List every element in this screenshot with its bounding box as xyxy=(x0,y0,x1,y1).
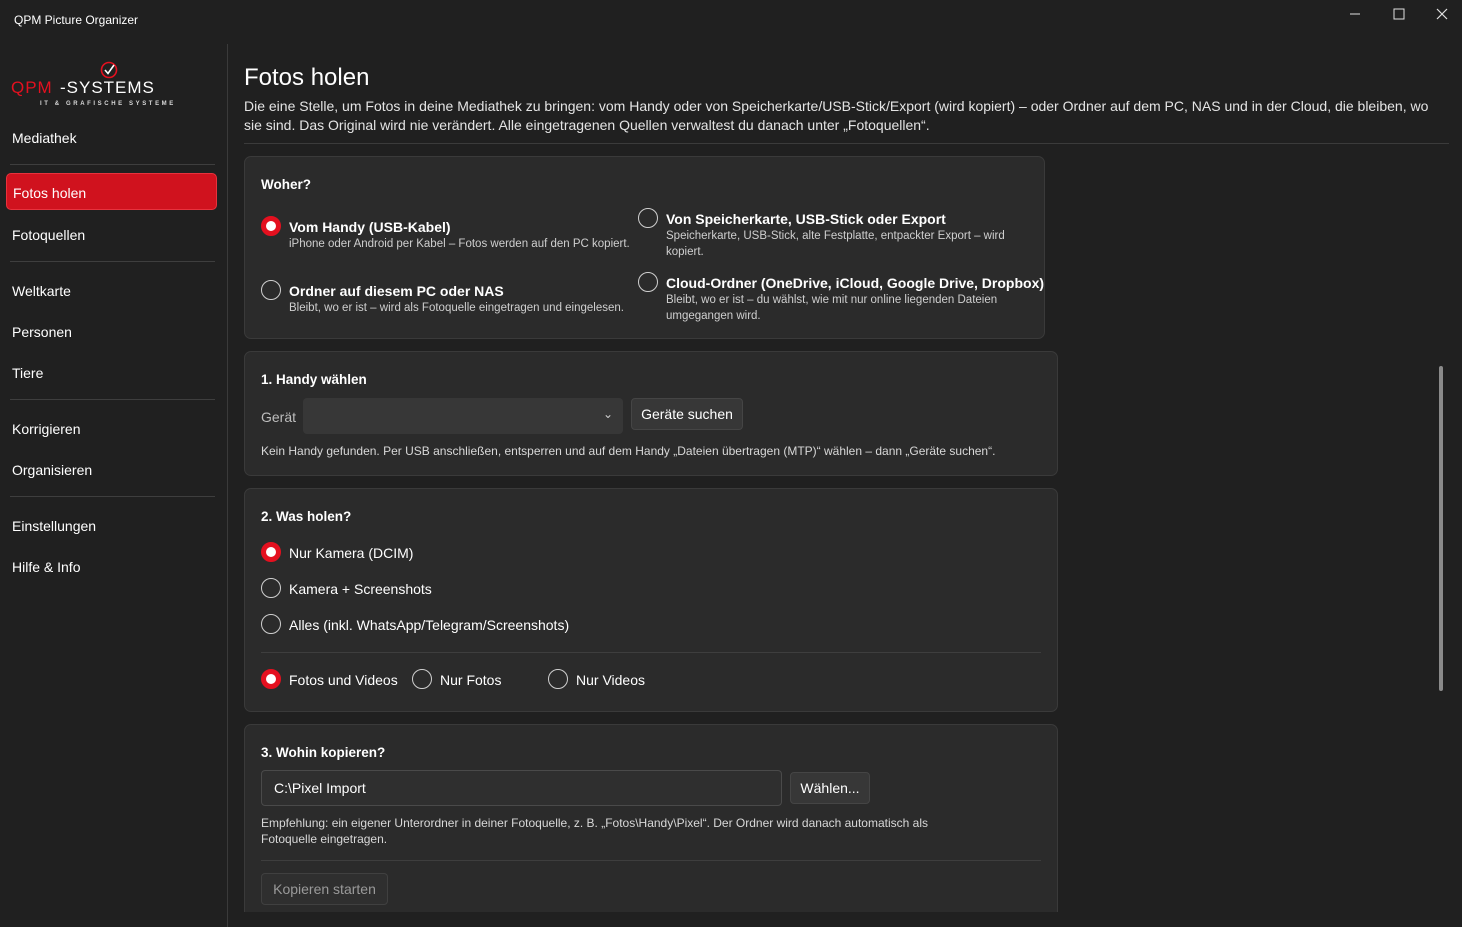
source-radio-cloud[interactable] xyxy=(638,272,658,292)
svg-text:IT & GRAFISCHE SYSTEME: IT & GRAFISCHE SYSTEME xyxy=(40,101,176,107)
title-bar: QPM Picture Organizer xyxy=(0,0,1462,42)
sidebar-border xyxy=(227,44,228,927)
source-option-sub: iPhone oder Android per Kabel – Fotos we… xyxy=(289,238,630,250)
sidebar-item-weltkarte[interactable]: Weltkarte xyxy=(12,283,71,299)
device-dropdown[interactable]: ⌄ xyxy=(303,398,623,434)
scope-option-label[interactable]: Kamera + Screenshots xyxy=(289,581,432,597)
source-option-sub: Speicherkarte, USB-Stick, alte Festplatt… xyxy=(666,230,1005,258)
scope-radio-all[interactable] xyxy=(261,614,281,634)
main-content: Fotos holen Die eine Stelle, um Fotos in… xyxy=(244,42,1449,912)
step3-divider xyxy=(261,860,1041,861)
chevron-down-icon: ⌄ xyxy=(602,407,613,421)
source-option-sub: Bleibt, wo er ist – wird als Fotoquelle … xyxy=(289,302,624,314)
page-description: Die eine Stelle, um Fotos in deine Media… xyxy=(244,98,1429,133)
sidebar-item-label: Fotos holen xyxy=(13,185,87,201)
close-button[interactable] xyxy=(1420,0,1462,28)
source-card-title: Woher? xyxy=(261,177,311,192)
media-radio-both[interactable] xyxy=(261,669,281,689)
sidebar-divider xyxy=(10,399,215,400)
maximize-icon xyxy=(1393,8,1405,20)
sidebar-item-mediathek[interactable]: Mediathek xyxy=(12,130,77,146)
svg-text:QPM: QPM xyxy=(11,78,53,97)
maximize-button[interactable] xyxy=(1377,0,1421,28)
search-devices-button[interactable]: Geräte suchen xyxy=(631,398,743,430)
step2-divider xyxy=(261,652,1041,653)
step2-card: 2. Was holen? Nur Kamera (DCIM) Kamera +… xyxy=(244,488,1058,712)
media-option-label[interactable]: Nur Fotos xyxy=(440,672,501,688)
step1-title: 1. Handy wählen xyxy=(261,372,367,387)
svg-text:-SYSTEMS: -SYSTEMS xyxy=(60,78,155,97)
source-option-label[interactable]: Cloud-Ordner (OneDrive, iCloud, Google D… xyxy=(666,275,1044,291)
app-title: QPM Picture Organizer xyxy=(14,13,139,27)
media-radio-photos[interactable] xyxy=(412,669,432,689)
scope-option-label[interactable]: Nur Kamera (DCIM) xyxy=(289,545,413,561)
header-divider xyxy=(244,143,1449,144)
scope-radio-camera-screenshots[interactable] xyxy=(261,578,281,598)
source-option-label[interactable]: Ordner auf diesem PC oder NAS xyxy=(289,283,504,299)
sidebar-item-korrigieren[interactable]: Korrigieren xyxy=(12,421,80,437)
source-option-sub: Bleibt, wo er ist – du wählst, wie mit n… xyxy=(666,294,998,322)
sidebar-divider xyxy=(10,261,215,262)
step3-title: 3. Wohin kopieren? xyxy=(261,745,386,760)
source-radio-folder[interactable] xyxy=(261,280,281,300)
device-label: Gerät xyxy=(261,409,297,425)
choose-folder-button[interactable]: Wählen... xyxy=(790,772,870,804)
close-icon xyxy=(1436,8,1448,20)
source-radio-phone[interactable] xyxy=(261,216,281,236)
vertical-scrollbar[interactable] xyxy=(1439,366,1443,691)
source-radio-card[interactable] xyxy=(638,208,658,228)
step2-title: 2. Was holen? xyxy=(261,509,352,524)
sidebar: QPM -SYSTEMS IT & GRAFISCHE SYSTEME Medi… xyxy=(0,42,227,927)
step1-card: 1. Handy wählen Gerät ⌄ Geräte suchen Ke… xyxy=(244,351,1058,476)
media-radio-videos[interactable] xyxy=(548,669,568,689)
source-option-label[interactable]: Von Speicherkarte, USB-Stick oder Export xyxy=(666,211,946,227)
scope-option-label[interactable]: Alles (inkl. WhatsApp/Telegram/Screensho… xyxy=(289,617,569,633)
target-path-input[interactable]: C:\Pixel Import xyxy=(261,770,782,806)
sidebar-item-organisieren[interactable]: Organisieren xyxy=(12,462,92,478)
target-hint-text: Empfehlung: ein eigener Unterordner in d… xyxy=(261,816,929,846)
sidebar-divider xyxy=(10,164,215,165)
scope-radio-camera[interactable] xyxy=(261,542,281,562)
step3-card: 3. Wohin kopieren? C:\Pixel Import Wähle… xyxy=(244,724,1058,912)
minimize-icon xyxy=(1350,13,1360,15)
source-option-label[interactable]: Vom Handy (USB-Kabel) xyxy=(289,219,451,235)
sidebar-item-fotos-holen[interactable]: Fotos holen xyxy=(6,173,217,210)
page-title: Fotos holen xyxy=(244,64,370,91)
source-card: Woher? Vom Handy (USB-Kabel) iPhone oder… xyxy=(244,156,1045,339)
start-copy-button[interactable]: Kopieren starten xyxy=(261,873,388,905)
device-status-text: Kein Handy gefunden. Per USB anschließen… xyxy=(261,444,996,458)
media-option-label[interactable]: Nur Videos xyxy=(576,672,645,688)
sidebar-item-hilfe-info[interactable]: Hilfe & Info xyxy=(12,559,80,575)
sidebar-item-einstellungen[interactable]: Einstellungen xyxy=(12,518,96,534)
media-option-label[interactable]: Fotos und Videos xyxy=(289,672,398,688)
company-logo: QPM -SYSTEMS IT & GRAFISCHE SYSTEME xyxy=(10,60,210,108)
sidebar-item-fotoquellen[interactable]: Fotoquellen xyxy=(12,227,85,243)
sidebar-item-personen[interactable]: Personen xyxy=(12,324,72,340)
sidebar-divider xyxy=(10,496,215,497)
minimize-button[interactable] xyxy=(1333,0,1377,28)
sidebar-item-tiere[interactable]: Tiere xyxy=(12,365,43,381)
